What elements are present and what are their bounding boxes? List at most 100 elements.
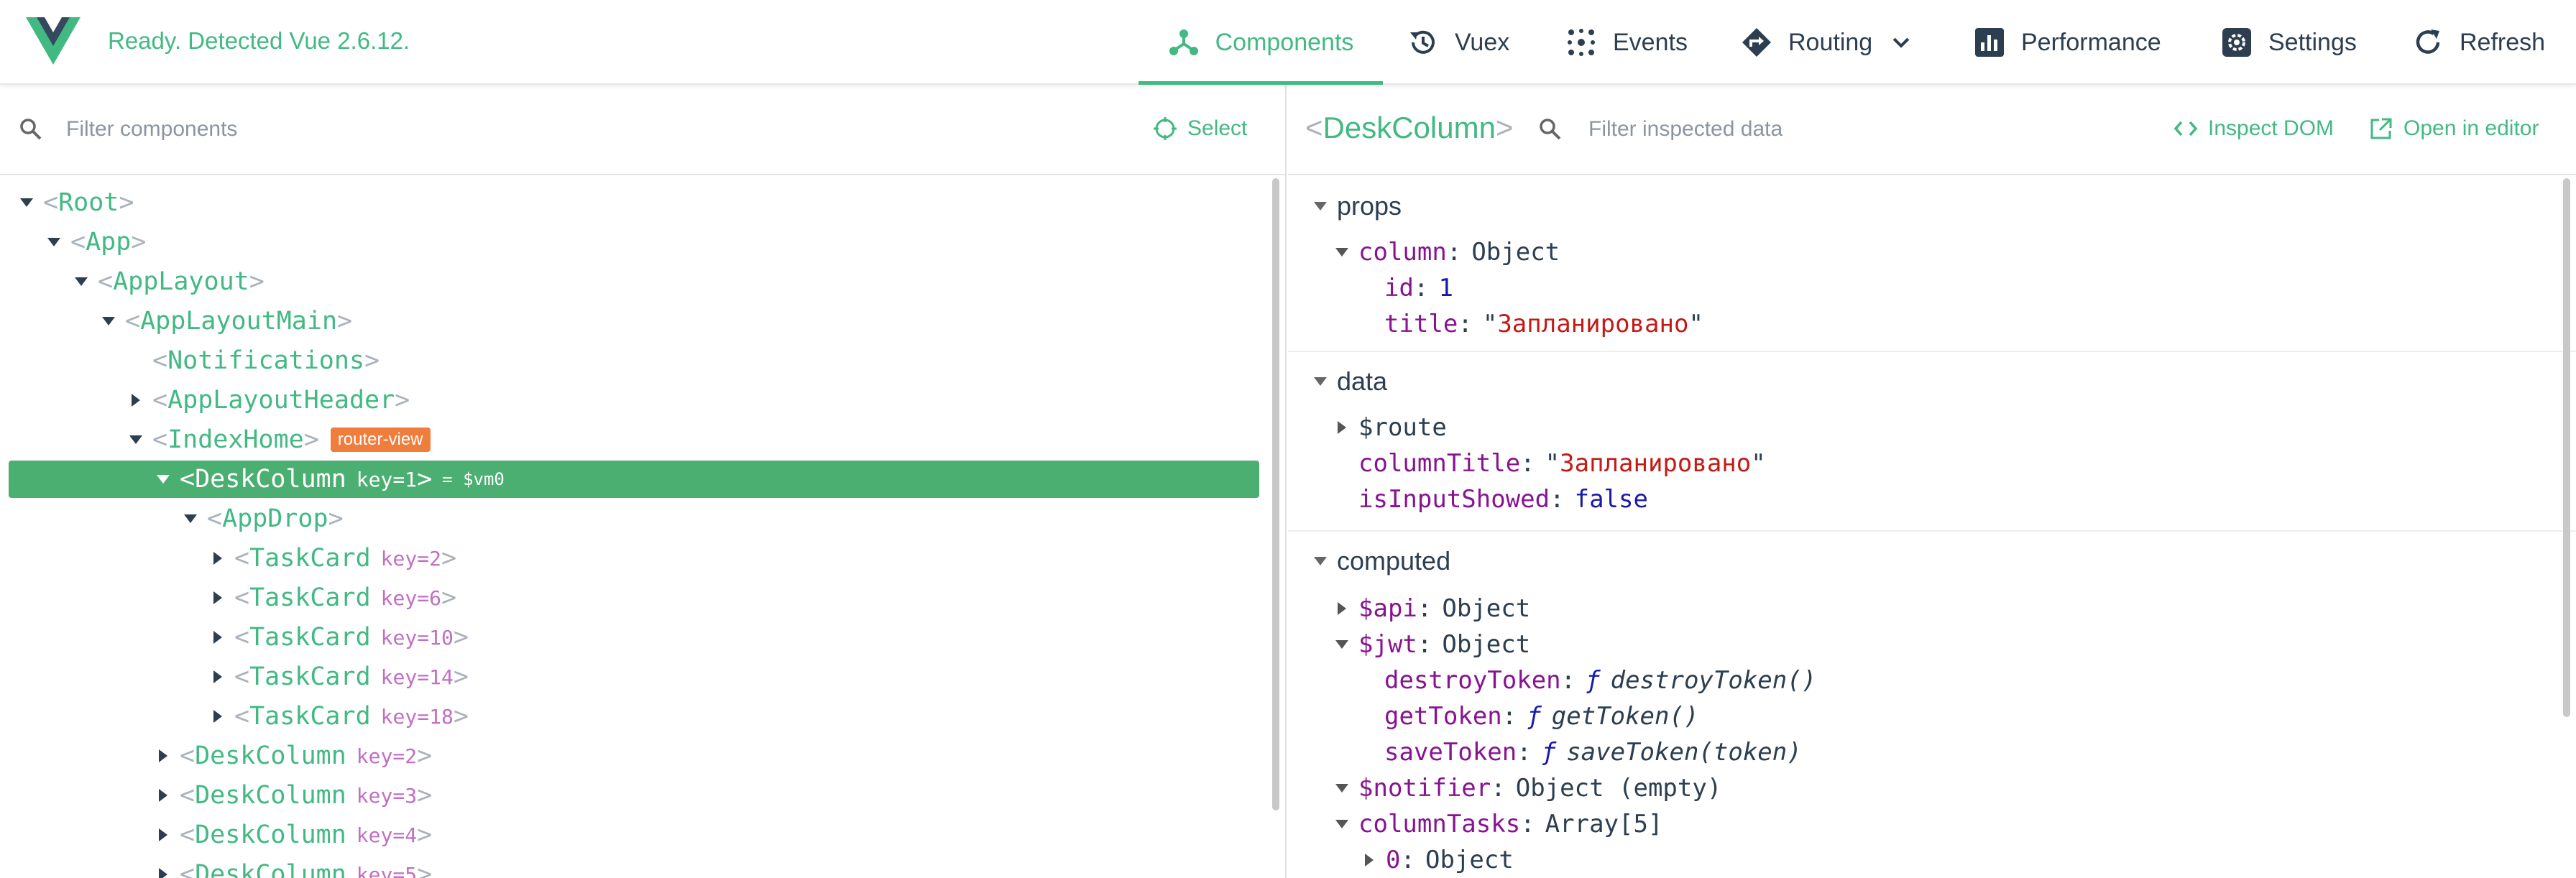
tree-node-name: DeskColumn xyxy=(195,781,346,810)
tree-node-key: key=14 xyxy=(380,665,454,689)
data-row[interactable]: $route xyxy=(1331,410,1447,445)
crosshair-icon xyxy=(1154,117,1177,140)
collapsed-arrow-icon[interactable] xyxy=(1331,598,1353,619)
tree-node-key: key=18 xyxy=(380,704,454,729)
section-title: props xyxy=(1337,191,1402,221)
tab-performance[interactable]: Performance xyxy=(1974,0,2161,85)
collapsed-arrow-icon[interactable] xyxy=(207,666,229,688)
tree-node-name: App xyxy=(86,228,132,257)
vue-logo-icon xyxy=(26,17,80,65)
computed-key: saveToken xyxy=(1384,738,1517,767)
tab-events[interactable]: Events xyxy=(1565,0,1688,85)
expanded-arrow-icon[interactable] xyxy=(16,192,37,213)
data-section: data $route columnTitle: " Запланировано "… xyxy=(1288,352,2576,532)
computed-row[interactable]: $api: Object xyxy=(1331,591,1530,627)
tree-node[interactable]: < AppDrop > xyxy=(9,500,1259,537)
tree-node[interactable]: < DeskColumn key=3 > xyxy=(9,777,1259,814)
component-filter-bar: Select xyxy=(0,85,1285,175)
tree-node[interactable]: < AppLayoutMain > xyxy=(9,302,1259,340)
tree-node[interactable]: < DeskColumn key=5 > xyxy=(9,856,1259,878)
data-section-header[interactable]: data xyxy=(1310,364,1387,399)
collapsed-arrow-icon[interactable] xyxy=(152,864,174,878)
computed-row[interactable]: 0: Object xyxy=(1358,842,1514,878)
expanded-arrow-icon[interactable] xyxy=(70,271,92,292)
computed-key: destroyToken xyxy=(1384,666,1561,695)
collapsed-arrow-icon[interactable] xyxy=(152,824,174,846)
tree-node[interactable]: < App > xyxy=(9,223,1259,261)
tree-node[interactable]: < DeskColumn key=4 > xyxy=(9,816,1259,854)
expanded-arrow-icon[interactable] xyxy=(1310,550,1331,572)
selected-component-name: DeskColumn xyxy=(1322,111,1496,144)
tree-node[interactable]: < TaskCard key=6 > xyxy=(9,579,1259,616)
inspect-dom-button[interactable]: Inspect DOM xyxy=(2174,116,2334,141)
collapsed-arrow-icon[interactable] xyxy=(207,547,229,569)
data-key: columnTitle xyxy=(1358,449,1521,478)
expanded-arrow-icon[interactable] xyxy=(1331,241,1353,263)
computed-row[interactable]: destroyToken: ƒ destroyToken() xyxy=(1384,662,1816,698)
collapsed-arrow-icon[interactable] xyxy=(207,587,229,609)
tree-node[interactable]: < AppLayoutHeader > xyxy=(9,382,1259,419)
tab-vuex[interactable]: Vuex xyxy=(1407,0,1509,85)
tree-node[interactable]: < IndexHome > router-view xyxy=(9,421,1259,458)
filter-components-input[interactable] xyxy=(66,114,713,145)
tab-routing[interactable]: Routing xyxy=(1741,0,1914,85)
refresh-button[interactable]: Refresh xyxy=(2412,0,2545,85)
expanded-arrow-icon[interactable] xyxy=(98,310,119,332)
select-component-button[interactable]: Select xyxy=(1153,116,1247,141)
computed-row[interactable]: saveToken: ƒ saveToken(token) xyxy=(1384,734,1802,770)
expanded-arrow-icon[interactable] xyxy=(1310,371,1331,392)
tree-node-name: TaskCard xyxy=(249,662,371,691)
tab-components[interactable]: Components xyxy=(1138,0,1383,85)
collapsed-arrow-icon[interactable] xyxy=(125,389,147,411)
tree-node[interactable]: < TaskCard key=14 > xyxy=(9,658,1259,696)
expanded-arrow-icon[interactable] xyxy=(1331,777,1353,799)
tree-node[interactable]: < DeskColumn key=2 > xyxy=(9,737,1259,775)
tree-node-name: IndexHome xyxy=(167,425,304,454)
computed-key: $jwt xyxy=(1358,630,1417,659)
expanded-arrow-icon[interactable] xyxy=(125,429,147,450)
tree-node[interactable]: < Notifications > xyxy=(9,342,1259,379)
expanded-arrow-icon[interactable] xyxy=(43,231,65,253)
expanded-arrow-icon[interactable] xyxy=(1331,813,1353,835)
prop-row[interactable]: title: " Запланировано " xyxy=(1384,306,1703,342)
props-section-header[interactable]: props xyxy=(1310,188,1402,224)
computed-row[interactable]: columnTasks: Array[5] xyxy=(1331,806,1662,842)
open-in-editor-button[interactable]: Open in editor xyxy=(2369,116,2539,141)
tree-node-key: key=1 xyxy=(356,467,418,491)
tree-node[interactable]: < Root > xyxy=(9,184,1259,221)
filter-inspected-data-input[interactable] xyxy=(1588,114,1991,145)
status-text: Ready. Detected Vue 2.6.12. xyxy=(108,27,410,54)
computed-row[interactable]: $jwt: Object xyxy=(1331,627,1530,662)
computed-key: $notifier xyxy=(1358,774,1491,803)
routing-icon xyxy=(1742,28,1771,57)
data-row[interactable]: columnTitle: " Запланировано " xyxy=(1358,445,1766,481)
computed-section-header[interactable]: computed xyxy=(1310,543,1450,579)
collapsed-arrow-icon[interactable] xyxy=(152,785,174,806)
collapsed-arrow-icon[interactable] xyxy=(207,627,229,648)
collapsed-arrow-icon[interactable] xyxy=(1331,417,1353,438)
computed-row[interactable]: $notifier: Object (empty) xyxy=(1331,770,1721,806)
tab-settings[interactable]: Settings xyxy=(2221,0,2357,85)
tree-node[interactable]: < TaskCard key=18 > xyxy=(9,698,1259,735)
prop-row[interactable]: column: Object xyxy=(1331,234,1560,270)
computed-row[interactable]: getToken: ƒ getToken() xyxy=(1384,698,1698,734)
collapsed-arrow-icon[interactable] xyxy=(207,706,229,727)
tree-node-name: AppLayoutHeader xyxy=(167,386,395,415)
prop-row[interactable]: id: 1 xyxy=(1384,270,1453,306)
tree-node-selected[interactable]: < DeskColumn key=1 > = $vm0 xyxy=(9,461,1259,498)
tree-node[interactable]: < TaskCard key=10 > xyxy=(9,619,1259,656)
tree-scrollbar[interactable] xyxy=(1272,178,1279,810)
collapsed-arrow-icon[interactable] xyxy=(1358,849,1380,871)
tab-settings-label: Settings xyxy=(2268,28,2357,56)
data-row[interactable]: isInputShowed: false xyxy=(1358,481,1648,517)
expanded-arrow-icon[interactable] xyxy=(1310,195,1331,217)
inspector-scrollbar[interactable] xyxy=(2563,178,2570,717)
expanded-arrow-icon[interactable] xyxy=(180,508,201,530)
data-value: false xyxy=(1574,485,1648,514)
collapsed-arrow-icon[interactable] xyxy=(152,745,174,767)
expanded-arrow-icon[interactable] xyxy=(1331,634,1353,655)
expanded-arrow-icon[interactable] xyxy=(152,468,174,490)
tree-node[interactable]: < TaskCard key=2 > xyxy=(9,540,1259,577)
tree-node[interactable]: < AppLayout > xyxy=(9,263,1259,300)
tab-components-label: Components xyxy=(1215,28,1354,56)
